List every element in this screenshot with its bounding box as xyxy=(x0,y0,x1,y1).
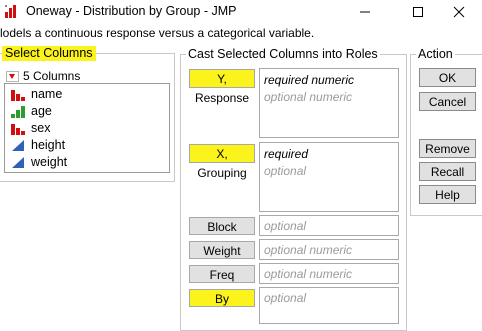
action-label: Action xyxy=(416,47,455,61)
role-hint-optional: optional xyxy=(264,164,307,178)
jmp-app-icon xyxy=(4,3,20,19)
column-list-menu-icon[interactable] xyxy=(6,70,19,82)
ok-button[interactable]: OK xyxy=(419,68,476,87)
y-response-role-box[interactable]: required numeric optional numeric xyxy=(259,68,399,138)
columns-header: 5 Columns xyxy=(6,69,80,83)
remove-button[interactable]: Remove xyxy=(419,139,476,158)
window-title: Oneway - Distribution by Group - JMP xyxy=(26,4,237,18)
weight-button[interactable]: Weight xyxy=(189,241,255,259)
minimize-button[interactable] xyxy=(342,0,388,24)
continuous-icon xyxy=(12,139,24,151)
continuous-icon xyxy=(12,156,24,168)
cast-roles-label: Cast Selected Columns into Roles xyxy=(186,47,380,61)
select-columns-label: Select Columns xyxy=(2,46,96,61)
nominal-icon xyxy=(11,122,25,135)
freq-button[interactable]: Freq xyxy=(189,265,255,283)
column-list[interactable]: name age sex height weight xyxy=(4,83,170,173)
close-icon xyxy=(453,6,465,18)
list-item[interactable]: height xyxy=(11,137,65,153)
maximize-button[interactable] xyxy=(395,0,441,24)
list-item[interactable]: name xyxy=(11,86,62,102)
list-item[interactable]: weight xyxy=(11,154,67,170)
role-hint-optional: optional numeric xyxy=(264,243,353,257)
by-button[interactable]: By xyxy=(189,289,255,307)
x-grouping-role-box[interactable]: required optional xyxy=(259,142,399,212)
column-name: sex xyxy=(31,121,51,135)
block-role-box[interactable]: optional xyxy=(259,215,399,236)
column-name: height xyxy=(31,138,66,152)
role-hint-required: required xyxy=(264,147,309,161)
role-hint-optional: optional numeric xyxy=(264,90,353,104)
maximize-icon xyxy=(413,7,423,17)
column-name: age xyxy=(31,104,52,118)
cancel-button[interactable]: Cancel xyxy=(419,92,476,111)
block-button[interactable]: Block xyxy=(189,217,255,235)
by-role-box[interactable]: optional xyxy=(259,287,399,324)
help-button[interactable]: Help xyxy=(419,185,476,204)
minimize-icon xyxy=(360,11,370,13)
platform-description: lodels a continuous response versus a ca… xyxy=(0,26,315,40)
title-bar: Oneway - Distribution by Group - JMP xyxy=(0,0,482,24)
weight-role-box[interactable]: optional numeric xyxy=(259,239,399,260)
y-response-button[interactable]: Y, Response xyxy=(189,69,255,105)
freq-role-box[interactable]: optional numeric xyxy=(259,263,399,284)
role-hint-optional: optional xyxy=(264,291,307,305)
nominal-icon xyxy=(11,88,25,101)
ordinal-icon xyxy=(11,105,25,118)
columns-count: 5 Columns xyxy=(23,69,81,83)
column-name: weight xyxy=(31,155,68,169)
list-item[interactable]: sex xyxy=(11,120,50,136)
list-item[interactable]: age xyxy=(11,103,52,119)
close-button[interactable] xyxy=(436,0,482,24)
role-hint-optional: optional numeric xyxy=(264,267,353,281)
x-grouping-button[interactable]: X, Grouping xyxy=(189,144,255,180)
recall-button[interactable]: Recall xyxy=(419,162,476,181)
role-hint-required: required numeric xyxy=(264,73,355,87)
column-name: name xyxy=(31,87,63,101)
role-hint-optional: optional xyxy=(264,219,307,233)
